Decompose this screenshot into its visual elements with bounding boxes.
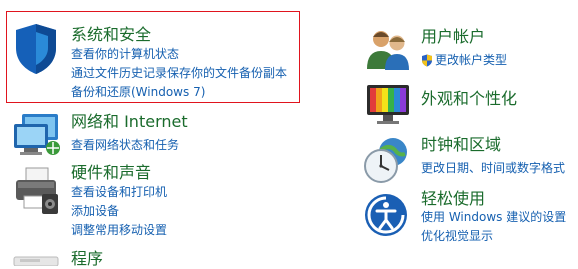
category-title[interactable]: 程序 [71,249,103,269]
shield-icon [16,24,56,74]
file-history-link[interactable]: 通过文件历史记录保存你的文件备份副本 [71,66,287,81]
category-clock-region[interactable]: 时钟和区域 更改日期、时间或数字格式 [360,132,578,187]
network-icon [14,114,60,155]
mobility-settings-link[interactable]: 调整常用移动设置 [71,223,167,238]
optimize-display-link[interactable]: 优化视觉显示 [421,229,493,244]
category-network[interactable]: 网络和 Internet 查看网络状态和任务 [0,108,300,158]
change-date-time-link[interactable]: 更改日期、时间或数字格式 [421,161,565,176]
ease-of-access-icon [365,194,407,236]
recommended-settings-link[interactable]: 使用 Windows 建议的设置 [421,210,566,225]
clock-icon [364,138,407,183]
users-icon [367,31,409,70]
backup-restore-link[interactable]: 备份和还原(Windows 7) [71,85,205,100]
category-title[interactable]: 硬件和声音 [71,163,151,183]
category-title[interactable]: 网络和 Internet [71,112,188,132]
change-account-type-label: 更改帐户类型 [435,53,508,67]
category-appearance[interactable]: 外观和个性化 [360,80,578,130]
devices-printers-link[interactable]: 查看设备和打印机 [71,185,167,200]
appearance-icon [367,85,409,124]
category-system-security[interactable]: 系统和安全 查看你的计算机状态 通过文件历史记录保存你的文件备份副本 备份和还原… [0,0,300,105]
category-ease-of-access[interactable]: 轻松使用 使用 Windows 建议的设置 优化视觉显示 [360,186,578,246]
uac-shield-icon [422,54,432,67]
category-title[interactable]: 用户帐户 [421,27,485,47]
category-hardware-sound[interactable]: 硬件和声音 查看设备和打印机 添加设备 调整常用移动设置 [0,160,300,240]
network-status-link[interactable]: 查看网络状态和任务 [71,138,179,153]
category-programs[interactable]: 程序 [0,244,300,269]
category-title[interactable]: 外观和个性化 [421,89,517,109]
category-title[interactable]: 时钟和区域 [421,135,501,155]
category-title[interactable]: 系统和安全 [71,25,151,45]
category-user-accounts[interactable]: 用户帐户 更改帐户类型 [360,20,578,75]
view-computer-status-link[interactable]: 查看你的计算机状态 [71,47,179,62]
programs-icon [13,256,59,266]
add-device-link[interactable]: 添加设备 [71,204,119,219]
change-account-type-link[interactable]: 更改帐户类型 [421,53,507,68]
category-title[interactable]: 轻松使用 [421,189,485,209]
printer-icon [16,167,58,214]
